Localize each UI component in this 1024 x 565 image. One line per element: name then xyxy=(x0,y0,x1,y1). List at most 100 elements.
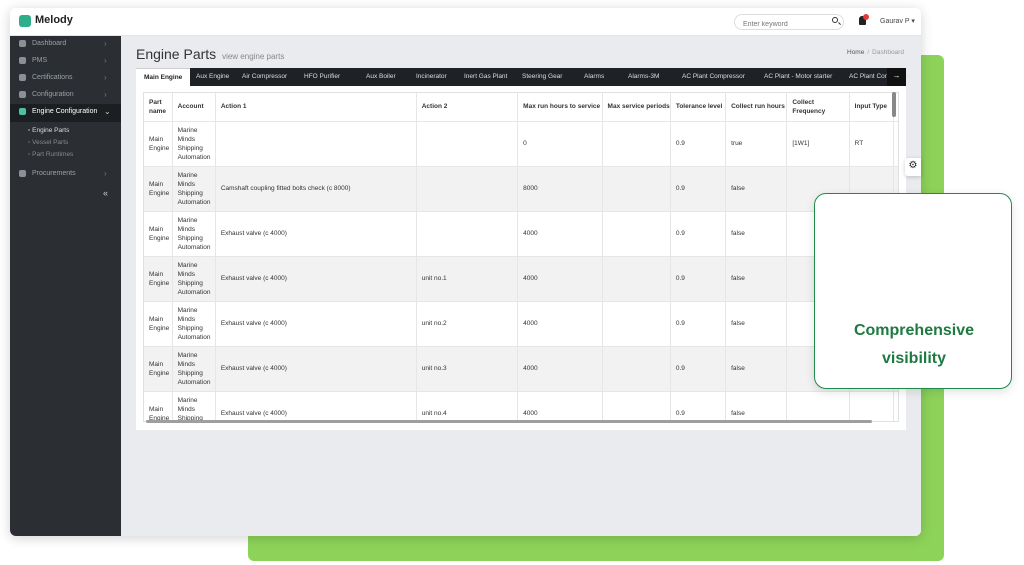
melody-logo-icon xyxy=(19,15,31,27)
notification-badge xyxy=(863,14,869,20)
column-header[interactable]: Tolerance level xyxy=(670,93,727,122)
table-cell: 0.9 xyxy=(670,301,727,347)
column-header[interactable]: Max service periods xyxy=(602,93,671,122)
tab-air-compressor[interactable]: Air Compressor xyxy=(242,68,287,86)
search-input[interactable] xyxy=(734,14,844,30)
tab-scroll-right-button[interactable]: → xyxy=(887,68,906,86)
table-cell xyxy=(602,391,671,421)
column-header[interactable]: Collect Frequency xyxy=(786,93,850,122)
sidebar-item-pms[interactable]: PMS › xyxy=(10,53,121,69)
collapse-sidebar-button[interactable]: « xyxy=(103,188,108,198)
sidebar: Dashboard › PMS › Certifications › Confi… xyxy=(10,36,121,536)
sidebar-item-procurements[interactable]: Procurements › xyxy=(10,166,121,182)
table-cell: [1W1] xyxy=(786,121,850,167)
table-row[interactable]: Main EngineMarine Minds Shipping Automat… xyxy=(144,211,898,257)
tab-alarms-3m[interactable]: Alarms-3M xyxy=(628,68,659,86)
table-cell: 0.9 xyxy=(670,346,727,392)
tab-ac-plant-compressor[interactable]: AC Plant Compressor xyxy=(682,68,745,86)
table-cell: Marine Minds Shipping Automation xyxy=(172,346,216,392)
table-cell: 4000 xyxy=(517,301,603,347)
list-icon xyxy=(19,74,26,81)
sidebar-item-label: Configuration xyxy=(32,91,74,98)
callout-line-1: Comprehensive xyxy=(853,322,975,339)
main-content: Engine Parts view engine parts Home / Dash… xyxy=(121,36,921,536)
engine-parts-card: Main Engine Aux Engine Air Compressor HFO P… xyxy=(136,68,908,430)
tab-hfo-purifier[interactable]: HFO Purifier xyxy=(304,68,340,86)
tab-incinerator[interactable]: Incinerator xyxy=(416,68,447,86)
table-cell: 0.9 xyxy=(670,166,727,212)
table-cell: unit no.3 xyxy=(416,346,519,392)
sidebar-item-certifications[interactable]: Certifications › xyxy=(10,70,121,86)
chevron-down-icon: ⌄ xyxy=(104,107,111,116)
page-subtitle: view engine parts xyxy=(222,52,285,61)
chart-icon xyxy=(19,170,26,177)
dashboard-icon xyxy=(19,40,26,47)
horizontal-scrollbar[interactable] xyxy=(146,420,872,423)
sidebar-item-label: Procurements xyxy=(32,170,76,177)
table-cell: 0.9 xyxy=(670,211,727,257)
tab-steering-gear[interactable]: Steering Gear xyxy=(522,68,562,86)
sidebar-item-engine-configuration[interactable]: Engine Configuration ⌄ xyxy=(10,104,121,122)
table-cell: 4000 xyxy=(517,391,603,421)
table-cell: Camshaft coupling fitted bolts check (c … xyxy=(215,166,417,212)
table-cell xyxy=(602,346,671,392)
table-cell: Main Engine xyxy=(144,301,173,347)
tab-inert-gas-plant[interactable]: Inert Gas Plant xyxy=(464,68,507,86)
chevron-right-icon: › xyxy=(104,56,107,65)
sidebar-subitem-vessel-parts[interactable]: ▫ Vessel Parts xyxy=(28,139,68,146)
tab-main-engine[interactable]: Main Engine xyxy=(136,68,191,86)
column-header[interactable]: Action 2 xyxy=(416,93,519,122)
table-cell: RT xyxy=(849,121,894,167)
table-cell: 0.9 xyxy=(670,121,727,167)
breadcrumb-home[interactable]: Home xyxy=(847,49,864,56)
column-header[interactable]: Part name xyxy=(144,93,173,122)
table-cell xyxy=(602,211,671,257)
table-row[interactable]: Main EngineMarine Minds Shipping Automat… xyxy=(144,166,898,212)
table-cell: Marine Minds Shipping Automation xyxy=(172,391,216,421)
table-cell xyxy=(893,391,898,421)
engine-parts-table: Part name Account Action 1 Action 2 Max run … xyxy=(144,93,898,421)
pms-icon xyxy=(19,57,26,64)
sidebar-subitem-engine-parts[interactable]: ▫ Engine Parts xyxy=(28,127,69,134)
search-icon[interactable] xyxy=(832,17,838,23)
column-header[interactable]: Max run hours to service xyxy=(517,93,603,122)
tab-ac-plant-motor-starter[interactable]: AC Plant - Motor starter xyxy=(764,68,832,86)
subitem-label: Engine Parts xyxy=(32,127,70,134)
table-row[interactable]: Main EngineMarine Minds Shipping Automat… xyxy=(144,301,898,347)
sidebar-item-dashboard[interactable]: Dashboard › xyxy=(10,36,121,52)
table-row[interactable]: Main EngineMarine Minds Shipping Automat… xyxy=(144,256,898,302)
tab-alarms[interactable]: Alarms xyxy=(584,68,604,86)
table-cell: Main Engine xyxy=(144,391,173,421)
tab-aux-engine[interactable]: Aux Engine xyxy=(196,68,229,86)
table-cell: Marine Minds Shipping Automation xyxy=(172,121,216,167)
column-header[interactable]: Input Type xyxy=(849,93,894,122)
table-cell: Marine Minds Shipping Automation xyxy=(172,301,216,347)
table-cell: Exhaust valve (c 4000) xyxy=(215,346,417,392)
column-header[interactable]: Account xyxy=(172,93,216,122)
column-header[interactable]: Action 1 xyxy=(215,93,417,122)
tab-aux-boiler[interactable]: Aux Boiler xyxy=(366,68,396,86)
gear-icon[interactable]: ⚙ xyxy=(905,158,921,176)
table-cell: Main Engine xyxy=(144,166,173,212)
page-title: Engine Parts view engine parts xyxy=(136,46,284,62)
breadcrumb-separator: / xyxy=(867,49,870,56)
table-cell xyxy=(215,121,417,167)
table-row[interactable]: Main EngineMarine Minds Shipping Automat… xyxy=(144,391,898,421)
table-cell: Exhaust valve (c 4000) xyxy=(215,391,417,421)
table-row[interactable]: Main EngineMarine Minds Shipping Automat… xyxy=(144,121,898,167)
sidebar-item-label: Certifications xyxy=(32,74,73,81)
table-cell xyxy=(602,166,671,212)
vertical-scrollbar[interactable] xyxy=(892,92,896,117)
table-cell: true xyxy=(725,121,788,167)
table-cell: unit no.1 xyxy=(416,256,519,302)
table-cell: Marine Minds Shipping Automation xyxy=(172,211,216,257)
table-row[interactable]: Main EngineMarine Minds Shipping Automat… xyxy=(144,346,898,392)
sidebar-item-label: Engine Configuration xyxy=(32,108,98,115)
table-cell xyxy=(786,391,850,421)
breadcrumb-current: Dashboard xyxy=(872,49,904,56)
column-header[interactable]: Collect run hours xyxy=(725,93,788,122)
sidebar-item-configuration[interactable]: Configuration › xyxy=(10,87,121,103)
table-cell: 4000 xyxy=(517,211,603,257)
user-menu[interactable]: Gaurav P ▾ xyxy=(880,17,915,25)
sidebar-subitem-part-runtimes[interactable]: ▫ Part Runtimes xyxy=(28,151,73,158)
